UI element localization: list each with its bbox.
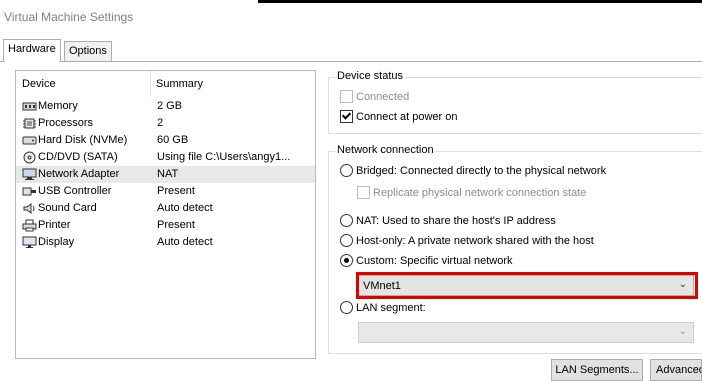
chevron-down-icon[interactable]: ⌄ [679,326,687,337]
connected-checkbox[interactable]: Connected [340,90,409,103]
device-row-display[interactable]: Display Auto detect [16,234,315,251]
device-list-header: Device Summary [16,71,315,97]
device-row-network-adapter[interactable]: Network Adapter NAT [16,166,315,183]
device-row-sound-card[interactable]: Sound Card Auto detect [16,200,315,217]
connected-label: Connected [356,90,410,103]
column-header-device[interactable]: Device [22,78,56,90]
device-row-hard-disk[interactable]: Hard Disk (NVMe) 60 GB [16,132,315,149]
device-status-group: Device status [328,70,702,134]
radio-circle[interactable] [340,254,353,267]
bridged-label: Bridged: Connected directly to the physi… [356,164,607,177]
device-row-usb-controller[interactable]: USB Controller Present [16,183,315,200]
replicate-state-label: Replicate physical network connection st… [373,186,587,199]
device-summary: 2 [157,117,164,129]
lan-segments-button[interactable]: LAN Segments... [551,359,643,381]
memory-icon [22,102,37,111]
column-separator[interactable] [150,71,151,97]
device-name: Printer [38,219,71,231]
title-bar-edge [258,0,702,3]
highlight-box [356,272,698,299]
processor-icon [23,118,36,129]
device-name: USB Controller [38,185,112,197]
connect-at-power-on-checkbox[interactable]: Connect at power on [340,110,458,123]
host-only-label: Host-only: A private network shared with… [356,234,594,247]
lan-segment-label: LAN segment: [356,301,426,314]
device-name: Hard Disk (NVMe) [38,134,128,146]
bridged-radio[interactable]: Bridged: Connected directly to the physi… [340,164,606,177]
check-mark-icon [341,110,352,120]
cd-dvd-icon [23,151,36,164]
network-adapter-icon [22,168,37,180]
custom-label: Custom: Specific virtual network [356,254,513,267]
display-icon [22,236,37,248]
nat-radio[interactable]: NAT: Used to share the host's IP address [340,214,556,227]
usb-icon [22,187,36,196]
device-list[interactable]: Device Summary Memory 2 GB Processors 2 … [15,70,316,359]
device-row-memory[interactable]: Memory 2 GB [16,98,315,115]
connect-at-power-on-label: Connect at power on [356,110,458,123]
device-summary: Present [157,219,195,231]
lan-segment-radio[interactable]: LAN segment: [340,301,426,314]
host-only-radio[interactable]: Host-only: A private network shared with… [340,234,594,247]
device-summary: 2 GB [157,100,183,112]
tab-options[interactable]: Options [64,41,112,61]
device-row-printer[interactable]: Printer Present [16,217,315,234]
advanced-button[interactable]: Advanced... [650,359,702,381]
device-name: Network Adapter [38,168,120,180]
device-name: Processors [38,117,94,129]
replicate-state-checkbox[interactable]: Replicate physical network connection st… [357,186,586,199]
printer-icon [22,219,37,232]
device-summary: Auto detect [157,202,213,214]
device-summary: Auto detect [157,236,213,248]
device-name: CD/DVD (SATA) [38,151,118,163]
network-connection-label: Network connection [335,144,436,156]
device-row-processors[interactable]: Processors 2 [16,115,315,132]
window-title: Virtual Machine Settings [4,10,134,24]
device-name: Display [38,236,75,248]
custom-radio[interactable]: Custom: Specific virtual network [340,254,513,267]
device-summary: 60 GB [157,134,189,146]
radio-circle[interactable] [340,164,353,177]
radio-circle[interactable] [340,234,353,247]
checkbox-box[interactable] [340,110,353,123]
sound-card-icon [23,203,35,214]
nat-label: NAT: Used to share the host's IP address [356,214,556,227]
lan-segment-select[interactable]: ⌄ [358,322,694,343]
column-header-summary[interactable]: Summary [156,78,203,90]
radio-circle[interactable] [340,301,353,314]
device-summary: Using file C:\Users\angy1... [157,151,291,163]
tab-hardware[interactable]: Hardware [3,39,61,62]
hard-disk-icon [22,136,37,145]
device-name: Memory [38,100,78,112]
device-summary: NAT [157,168,179,180]
device-status-label: Device status [335,70,406,82]
tab-strip: Hardware Options [0,39,702,63]
device-row-cd-dvd[interactable]: CD/DVD (SATA) Using file C:\Users\angy1.… [16,149,315,166]
checkbox-box[interactable] [340,90,353,103]
title-bar: Virtual Machine Settings [0,0,702,36]
radio-circle[interactable] [340,214,353,227]
checkbox-box[interactable] [357,186,370,199]
device-summary: Present [157,185,195,197]
device-name: Sound Card [38,202,97,214]
radio-dot [344,258,349,263]
